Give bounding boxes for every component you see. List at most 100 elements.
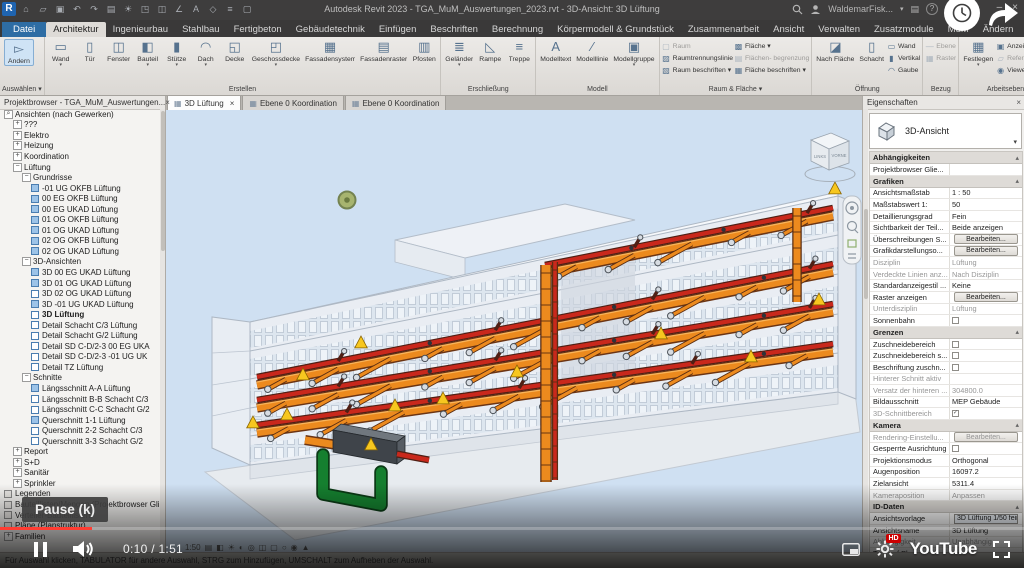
section-icon[interactable]: ◫ (155, 2, 169, 16)
expand-icon[interactable]: + (13, 152, 22, 161)
tab-ansicht[interactable]: Ansicht (766, 22, 811, 37)
account-name[interactable]: WaldemarFisk... (828, 4, 893, 14)
tree-item[interactable]: −Lüftung (2, 162, 159, 173)
ribbon-button-dach[interactable]: ◠Dach▾ (192, 38, 220, 68)
ribbon-button-fassadenraster[interactable]: ▤Fassadenraster (358, 38, 409, 63)
tree-item[interactable]: Längsschnitt C-C Schacht G/2 (2, 404, 159, 415)
tab-architektur[interactable]: Architektur (46, 22, 105, 37)
tree-item[interactable]: 01 OG UKAD Lüftung (2, 225, 159, 236)
checkbox[interactable] (952, 445, 959, 452)
value-dropdown[interactable]: 3D Lüftung 1/50 fein v (954, 514, 1018, 524)
expand-icon[interactable]: + (13, 479, 22, 488)
checkbox[interactable] (952, 341, 959, 348)
viewcube-left-label[interactable]: LINKS (814, 154, 826, 159)
miniplayer-button[interactable] (842, 543, 860, 556)
ribbon-button-fl-chen-begrenzung[interactable]: ▤Flächen- begrenzung (734, 52, 809, 64)
section-collapse-icon[interactable]: ▴ (1015, 154, 1019, 162)
tab-geb-udetechnik[interactable]: Gebäudetechnik (289, 22, 372, 37)
property-value[interactable]: 16097.2 (950, 467, 1022, 478)
tree-item[interactable]: Querschnitt 2-2 Schacht C/3 (2, 425, 159, 436)
measure-icon[interactable]: ∠ (172, 2, 186, 16)
property-value[interactable]: Lüftung (950, 257, 1022, 268)
ribbon-panel-label[interactable]: Erschließung (443, 84, 533, 95)
checkbox[interactable] (952, 364, 959, 371)
expand-icon[interactable]: + (13, 131, 22, 140)
property-value[interactable]: 3D Lüftung 1/50 fein v (950, 513, 1022, 524)
account-chevron-icon[interactable]: ▾ (900, 5, 904, 13)
ribbon-button-wand[interactable]: ▭Wand▾ (47, 38, 75, 68)
tree-item[interactable]: 00 EG OKFB Lüftung (2, 193, 159, 204)
tree-item[interactable]: 3D 01 OG UKAD Lüftung (2, 278, 159, 289)
search-icon[interactable] (792, 4, 803, 15)
property-value[interactable] (950, 443, 1022, 454)
ribbon-button-decke[interactable]: ◱Decke (221, 38, 249, 63)
tree-item[interactable]: Detail Schacht G/2 Lüftung (2, 330, 159, 341)
properties-section-header[interactable]: Grenzen▴ (870, 327, 1022, 339)
project-browser-close-icon[interactable]: × (165, 98, 170, 107)
tab-verwalten[interactable]: Verwalten (811, 22, 867, 37)
property-value[interactable]: Keine (950, 280, 1022, 291)
ribbon-button-fenster[interactable]: ◫Fenster (105, 38, 133, 63)
tab-zusammenarbeit[interactable]: Zusammenarbeit (681, 22, 766, 37)
fullscreen-button[interactable] (993, 541, 1010, 558)
view-tab[interactable]: ▦Ebene 0 Koordination (242, 95, 344, 110)
youtube-logo[interactable]: YouTube (910, 539, 977, 559)
property-value[interactable]: Nach Disziplin (950, 269, 1022, 280)
checkbox[interactable] (952, 317, 959, 324)
property-value[interactable]: Bearbeiten... (950, 246, 1022, 257)
home-icon[interactable]: ⌂ (19, 2, 33, 16)
drawing-area[interactable]: ▦3D Lüftung×▦Ebene 0 Koordination▦Ebene … (165, 95, 862, 568)
property-value[interactable]: Bearbeiten... (950, 234, 1022, 245)
ribbon-button-raum[interactable]: ▢Raum (662, 40, 733, 52)
settings-button[interactable]: HD (876, 540, 894, 558)
properties-section-header[interactable]: Kamera▴ (870, 420, 1022, 432)
section-collapse-icon[interactable]: ▴ (1015, 328, 1019, 336)
open-icon[interactable]: ▱ (36, 2, 50, 16)
tree-item[interactable]: Längsschnitt B-B Schacht C/3 (2, 394, 159, 405)
ribbon-button-modelllinie[interactable]: ∕Modelllinie (574, 38, 610, 63)
property-value[interactable]: 304800.0 (950, 385, 1022, 396)
ribbon-panel-label[interactable]: Raum & Fläche ▾ (662, 84, 810, 95)
tree-item[interactable]: 00 EG UKAD Lüftung (2, 204, 159, 215)
collapse-icon[interactable]: − (22, 173, 31, 182)
sun-icon[interactable]: ☀ (121, 2, 135, 16)
ribbon-button-nach-fl-che[interactable]: ◪Nach Fläche (814, 38, 856, 63)
tree-item[interactable]: +Koordination (2, 151, 159, 162)
type-selector-chevron-icon[interactable]: ▾ (1013, 138, 1017, 146)
ribbon-button-bauteil[interactable]: ◧Bauteil▾ (134, 38, 162, 68)
tree-item[interactable]: Detail Schacht C/3 Lüftung (2, 320, 159, 331)
tree-item[interactable]: Querschnitt 3-3 Schacht G/2 (2, 436, 159, 447)
ribbon-button-raum-beschriften-[interactable]: ▧Raum beschriften ▾ (662, 64, 733, 76)
ribbon-button-referenzebene[interactable]: ▱Referenzebene (996, 52, 1024, 64)
tree-item[interactable]: Detail SD C-D/2-3 -01 UG UK (2, 352, 159, 363)
ribbon-button-t-r[interactable]: ▯Tür (76, 38, 104, 63)
tab-fertigbeton[interactable]: Fertigbeton (227, 22, 289, 37)
tree-item[interactable]: 3D Lüftung (2, 309, 159, 320)
tree-item[interactable]: 3D -01 UG UKAD Lüftung (2, 299, 159, 310)
property-value[interactable] (950, 350, 1022, 361)
checkbox[interactable] (952, 352, 959, 359)
ribbon-button-st-tze[interactable]: ▮Stütze▾ (163, 38, 191, 68)
property-value[interactable]: MEP Gebäude (950, 397, 1022, 408)
property-value[interactable]: Bearbeiten... (950, 292, 1022, 303)
tab-datei[interactable]: Datei (2, 22, 46, 37)
properties-section-header[interactable]: Abhängigkeiten▴ (870, 152, 1022, 164)
project-browser-scrollbar[interactable] (160, 109, 165, 568)
tree-item[interactable]: Detail SD C-D/2-3 00 EG UKA (2, 341, 159, 352)
tree-item[interactable]: +Heizung (2, 141, 159, 152)
property-value[interactable]: Fein (950, 211, 1022, 222)
undo-icon[interactable]: ↶ (70, 2, 84, 16)
tree-item[interactable]: −Schnitte (2, 373, 159, 384)
view-tab[interactable]: ▦Ebene 0 Koordination (345, 95, 447, 110)
ribbon-button-rampe[interactable]: ◺Rampe (476, 38, 504, 63)
ribbon-button-treppe[interactable]: ≡Treppe (505, 38, 533, 63)
tree-item[interactable]: 3D 00 EG UKAD Lüftung (2, 267, 159, 278)
checkbox[interactable]: ✓ (952, 410, 959, 417)
ribbon-panel-label[interactable]: Öffnung (814, 84, 920, 95)
tree-item[interactable]: +Sanitär (2, 468, 159, 479)
section-collapse-icon[interactable]: ▴ (1015, 177, 1019, 185)
tree-item[interactable]: 02 OG OKFB Lüftung (2, 236, 159, 247)
ribbon-button-festlegen[interactable]: ▦Festlegen▾ (961, 38, 995, 68)
property-value[interactable]: ✓ (950, 408, 1022, 419)
tab-zusatzmodule[interactable]: Zusatzmodule (867, 22, 941, 37)
